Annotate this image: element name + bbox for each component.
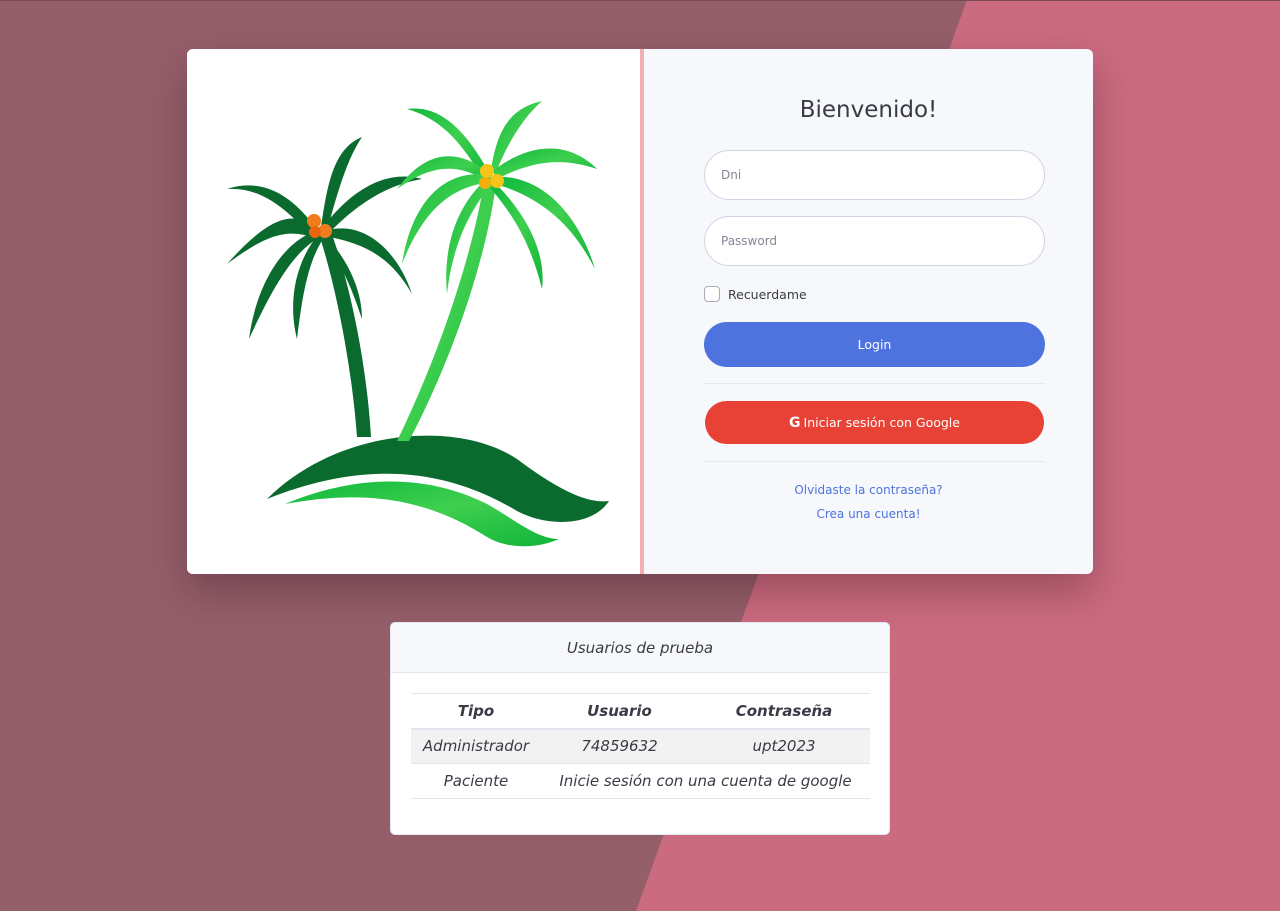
login-form: Bienvenido! Recuerdame Login G Iniciar s…	[644, 49, 1093, 574]
remember-checkbox[interactable]	[704, 286, 720, 302]
column-header: Usuario	[541, 693, 698, 730]
test-users-title: Usuarios de prueba	[391, 623, 889, 673]
form-divider	[704, 461, 1045, 462]
top-border	[0, 0, 1280, 1]
table-cell: Administrador	[411, 728, 541, 764]
welcome-title: Bienvenido!	[799, 97, 938, 123]
table-row: Paciente Inicie sesión con una cuenta de…	[411, 763, 870, 799]
column-header: Tipo	[411, 693, 541, 730]
test-users-table: Tipo Usuario Contraseña Administrador 74…	[411, 693, 870, 799]
google-login-button[interactable]: G Iniciar sesión con Google	[705, 401, 1044, 444]
create-account-link[interactable]: Crea una cuenta!	[644, 507, 1093, 521]
login-card: Bienvenido! Recuerdame Login G Iniciar s…	[187, 49, 1093, 574]
table-cell: Inicie sesión con una cuenta de google	[541, 763, 870, 799]
login-button[interactable]: Login	[704, 322, 1045, 367]
google-button-label: Iniciar sesión con Google	[803, 415, 960, 430]
palm-trees-logo	[227, 101, 609, 547]
table-cell: upt2023	[698, 728, 870, 764]
form-divider	[704, 383, 1045, 384]
test-users-card: Usuarios de prueba Tipo Usuario Contrase…	[390, 622, 890, 835]
remember-label: Recuerdame	[728, 286, 807, 302]
column-header: Contraseña	[698, 693, 870, 730]
table-row: Administrador 74859632 upt2023	[411, 728, 870, 764]
password-input[interactable]	[704, 216, 1045, 266]
table-cell: Paciente	[411, 763, 541, 799]
logo-panel	[187, 49, 640, 574]
dni-input[interactable]	[704, 150, 1045, 200]
table-cell: 74859632	[541, 728, 698, 764]
google-icon: G	[789, 414, 801, 431]
table-header-row: Tipo Usuario Contraseña	[411, 693, 870, 730]
forgot-password-link[interactable]: Olvidaste la contraseña?	[644, 483, 1093, 497]
remember-me[interactable]: Recuerdame	[704, 286, 807, 302]
